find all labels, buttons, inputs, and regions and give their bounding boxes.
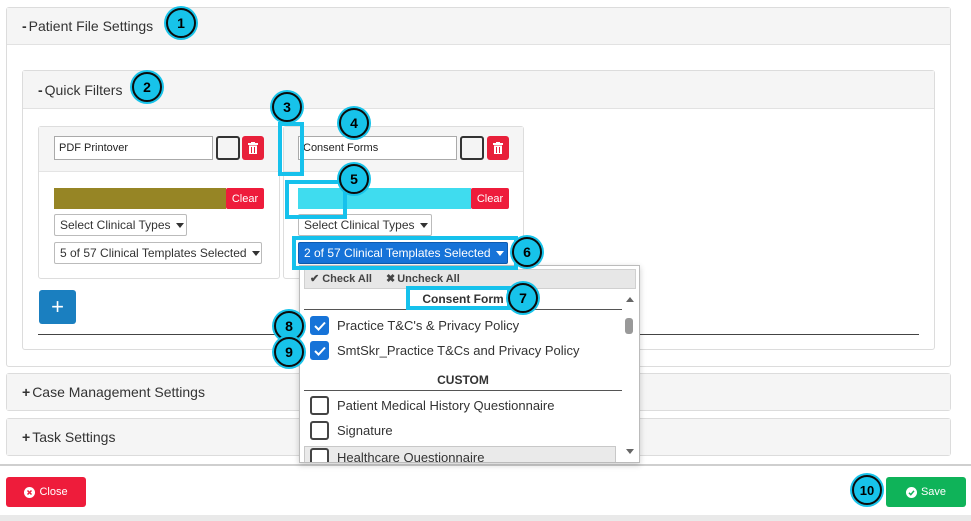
checkbox[interactable] <box>310 448 329 462</box>
section-title: Patient File Settings <box>28 18 154 34</box>
menu-item-label: Healthcare Questionnaire <box>337 450 485 462</box>
menu-item-label: SmtSkr_Practice T&Cs and Privacy Policy <box>337 343 580 358</box>
callout-9: 9 <box>274 337 304 367</box>
dropdown-label: Select Clinical Types <box>60 218 171 232</box>
check-all-label: Check All <box>322 272 372 285</box>
callout-4: 4 <box>339 108 369 138</box>
trash-icon <box>248 142 258 154</box>
caret-down-icon <box>175 222 184 228</box>
highlight-box-5 <box>285 180 347 219</box>
filter-name-input[interactable]: Consent Forms <box>298 136 457 160</box>
scroll-up-icon[interactable] <box>626 297 634 302</box>
save-label: Save <box>920 486 947 498</box>
scrollbar-thumb[interactable] <box>625 318 633 334</box>
filter-icon-button[interactable] <box>460 136 484 160</box>
close-icon: ✖ <box>386 273 396 285</box>
callout-10: 10 <box>852 475 882 505</box>
delete-filter-button[interactable] <box>487 136 509 160</box>
menu-item[interactable]: Signature <box>310 421 393 440</box>
menu-item-label: Practice T&C's & Privacy Policy <box>337 318 520 333</box>
callout-7: 7 <box>508 283 538 313</box>
filter-icon-button[interactable] <box>216 136 240 160</box>
caret-down-icon <box>419 222 428 228</box>
menu-group-divider <box>304 390 622 391</box>
check-all-button[interactable]: ✔ Check All <box>310 272 372 286</box>
section-title: Quick Filters <box>44 81 123 98</box>
callout-5: 5 <box>339 164 369 194</box>
menu-item[interactable]: SmtSkr_Practice T&Cs and Privacy Policy <box>310 341 580 360</box>
checkbox-checked[interactable] <box>310 316 329 335</box>
menu-item-clip: Healthcare Questionnaire <box>300 446 624 462</box>
clear-color-button[interactable]: Clear <box>471 188 509 209</box>
check-icon <box>313 321 326 331</box>
menu-group-header: CUSTOM <box>437 373 489 387</box>
scroll-down-icon[interactable] <box>626 449 634 454</box>
checkbox[interactable] <box>310 421 329 440</box>
collapse-sign: - <box>38 81 43 98</box>
footer-top-border <box>0 464 971 466</box>
callout-6: 6 <box>512 237 542 267</box>
save-button[interactable]: Save <box>886 477 966 507</box>
callout-1: 1 <box>166 8 196 38</box>
expand-sign: + <box>22 384 31 400</box>
menu-item-label: Patient Medical History Questionnaire <box>337 398 555 413</box>
section-title: Task Settings <box>32 429 116 445</box>
checkbox[interactable] <box>310 396 329 415</box>
menu-scrollbar[interactable] <box>624 294 636 460</box>
menu-item[interactable]: Patient Medical History Questionnaire <box>310 396 555 415</box>
clinical-templates-dropdown[interactable]: 5 of 57 Clinical Templates Selected <box>54 242 262 264</box>
close-label: Close <box>39 486 68 498</box>
dropdown-label: 5 of 57 Clinical Templates Selected <box>60 246 247 260</box>
checkbox-checked[interactable] <box>310 341 329 360</box>
trash-icon <box>493 142 503 154</box>
section-title: Case Management Settings <box>32 384 205 400</box>
expand-sign: + <box>22 429 31 445</box>
highlight-box-7 <box>406 286 511 310</box>
close-button[interactable]: Close <box>6 477 86 507</box>
clinical-types-dropdown[interactable]: Select Clinical Types <box>54 214 187 236</box>
highlight-box-3 <box>278 122 304 176</box>
patient-file-settings-header[interactable]: - Patient File Settings <box>7 8 950 45</box>
filter-name-input[interactable]: PDF Printover <box>54 136 213 160</box>
uncheck-all-button[interactable]: ✖ Uncheck All <box>386 272 460 286</box>
close-circle-icon <box>24 486 36 498</box>
collapse-sign: - <box>22 18 27 34</box>
dropdown-label: Select Clinical Types <box>304 218 415 232</box>
footer-bottom-strip <box>0 515 971 521</box>
highlight-box-6 <box>292 236 518 270</box>
caret-down-icon <box>251 250 260 256</box>
clear-color-button[interactable]: Clear <box>226 188 264 209</box>
menu-item-label: Signature <box>337 423 393 438</box>
check-circle-icon <box>905 486 917 498</box>
uncheck-all-label: Uncheck All <box>397 272 460 285</box>
check-icon: ✔ <box>310 273 320 285</box>
add-filter-button[interactable]: + <box>39 290 76 324</box>
menu-item[interactable]: Practice T&C's & Privacy Policy <box>310 316 519 335</box>
menu-item[interactable]: Healthcare Questionnaire <box>310 448 484 462</box>
filter-color-swatch[interactable] <box>54 188 226 209</box>
callout-2: 2 <box>132 72 162 102</box>
check-icon <box>313 346 326 356</box>
callout-3: 3 <box>272 92 302 122</box>
delete-filter-button[interactable] <box>242 136 264 160</box>
